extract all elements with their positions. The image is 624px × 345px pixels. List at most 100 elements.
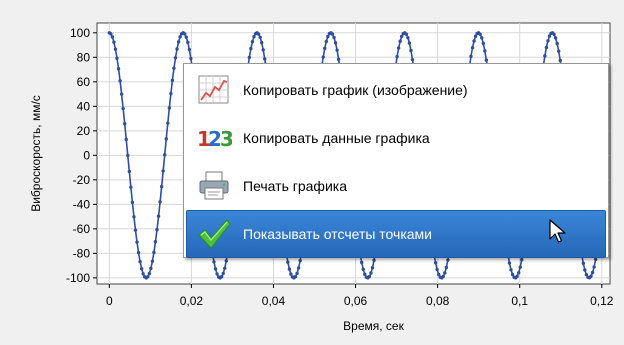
data-point xyxy=(395,54,399,59)
data-point xyxy=(409,48,413,53)
data-point xyxy=(127,169,132,174)
x-tick-label: 0,06 xyxy=(344,294,368,308)
data-point xyxy=(324,39,329,44)
data-point xyxy=(167,106,172,110)
data-point xyxy=(483,49,487,53)
y-tick-label: 20 xyxy=(77,124,91,138)
y-tick-label: -60 xyxy=(73,222,91,236)
data-point xyxy=(332,35,336,40)
data-point xyxy=(263,57,267,61)
data-point xyxy=(173,56,178,60)
menu-item-show-points[interactable]: Показывать отсчеты точками xyxy=(186,210,606,258)
data-point xyxy=(249,46,253,51)
data-point xyxy=(544,45,549,50)
data-point xyxy=(321,55,325,59)
data-point xyxy=(469,54,473,59)
menu-item-label: Печать графика xyxy=(243,178,347,194)
data-point xyxy=(372,258,376,263)
data-point xyxy=(126,153,130,158)
data-point xyxy=(133,228,138,232)
data-point xyxy=(370,265,375,270)
menu-item-label: Копировать график (изображение) xyxy=(243,82,468,98)
data-point xyxy=(183,32,187,36)
data-point xyxy=(224,259,228,263)
data-point xyxy=(433,261,438,265)
y-tick-label: -100 xyxy=(66,271,90,285)
data-point xyxy=(170,78,175,83)
data-point xyxy=(124,137,128,142)
menu-item-copy-image[interactable]: Копировать график (изображение) xyxy=(186,66,606,114)
printer-icon xyxy=(195,167,233,205)
data-point xyxy=(367,274,372,279)
data-point xyxy=(478,32,482,36)
data-point xyxy=(410,57,415,62)
data-point xyxy=(116,67,121,71)
data-point xyxy=(250,39,255,44)
data-point xyxy=(169,91,173,96)
data-point xyxy=(336,57,341,61)
data-point xyxy=(221,271,225,276)
data-point xyxy=(215,272,219,276)
data-point xyxy=(289,272,293,276)
context-menu: Копировать график (изображение) 1 2 3 Ко… xyxy=(183,63,609,258)
data-point xyxy=(590,270,595,275)
data-point xyxy=(115,56,119,60)
data-point xyxy=(156,214,161,218)
data-point xyxy=(256,32,261,36)
data-point xyxy=(443,271,447,275)
data-point xyxy=(153,240,158,244)
data-point xyxy=(470,46,475,50)
y-tick-label: -40 xyxy=(73,197,91,211)
data-point xyxy=(130,200,135,205)
data-point xyxy=(363,272,367,276)
data-point xyxy=(435,267,439,272)
svg-text:3: 3 xyxy=(220,127,232,150)
data-point xyxy=(398,39,402,43)
data-point xyxy=(518,265,522,269)
data-point xyxy=(141,272,145,276)
data-point xyxy=(219,275,224,279)
checkmark-icon xyxy=(195,215,233,253)
data-point xyxy=(583,268,587,272)
menu-item-label: Копировать данные графика xyxy=(243,130,430,146)
data-point xyxy=(546,39,550,43)
data-point xyxy=(158,200,162,204)
x-tick-label: 0,1 xyxy=(511,294,528,308)
data-point xyxy=(146,275,150,279)
data-point xyxy=(212,260,216,264)
data-point xyxy=(396,46,401,50)
data-point xyxy=(258,35,262,40)
menu-item-print[interactable]: Печать графика xyxy=(186,162,606,210)
x-tick-label: 0,08 xyxy=(426,294,450,308)
data-point xyxy=(113,47,118,51)
x-tick-label: 0,02 xyxy=(180,294,204,308)
data-point xyxy=(247,55,252,60)
data-point xyxy=(295,271,299,275)
data-point xyxy=(138,259,142,264)
data-point xyxy=(147,271,152,276)
data-point xyxy=(406,35,410,40)
data-point xyxy=(441,274,445,279)
y-tick-label: -20 xyxy=(73,173,91,187)
data-point xyxy=(184,35,188,39)
data-point xyxy=(555,41,559,46)
data-point xyxy=(155,227,159,232)
data-point xyxy=(330,32,335,36)
data-point xyxy=(176,40,181,44)
data-point xyxy=(135,240,139,244)
y-tick-label: 80 xyxy=(77,50,91,64)
data-point xyxy=(172,66,176,71)
data-point xyxy=(163,153,167,157)
menu-item-copy-data[interactable]: 1 2 3 Копировать данные графика xyxy=(186,114,606,162)
data-point xyxy=(444,265,449,270)
data-point xyxy=(132,215,136,219)
data-point xyxy=(287,267,292,271)
menu-item-label: Показывать отсчеты точками xyxy=(243,226,432,242)
data-point xyxy=(552,32,556,37)
data-point xyxy=(213,267,218,271)
y-tick-label: -80 xyxy=(73,246,91,260)
y-tick-label: 40 xyxy=(77,99,91,113)
data-point xyxy=(516,271,521,275)
data-point xyxy=(296,266,301,270)
y-tick-label: 0 xyxy=(83,148,90,162)
